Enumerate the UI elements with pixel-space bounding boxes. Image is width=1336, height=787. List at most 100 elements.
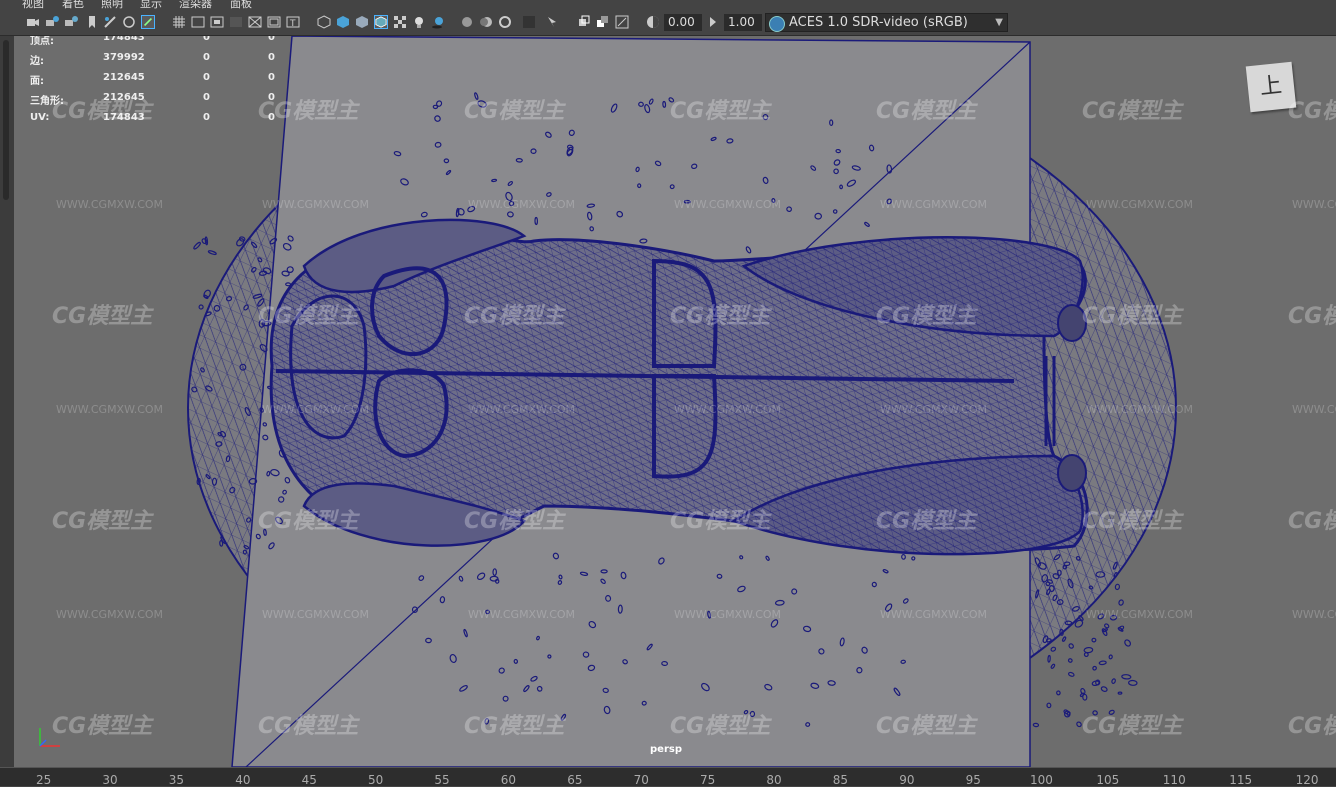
leaf bbox=[1047, 654, 1051, 663]
gamma-icon[interactable] bbox=[706, 15, 720, 29]
use-all-lights-icon[interactable] bbox=[412, 15, 426, 29]
leaf bbox=[1117, 627, 1124, 632]
hud-selected-uv: 0 bbox=[203, 112, 210, 123]
menu-shading[interactable]: 着色 bbox=[62, 0, 84, 10]
smooth-shade-icon[interactable] bbox=[336, 15, 350, 29]
menu-panels[interactable]: 面板 bbox=[230, 0, 252, 10]
shadows-icon[interactable] bbox=[431, 15, 445, 29]
watermark-url: WWW.CGMXW.COM bbox=[880, 403, 988, 416]
menu-view[interactable]: 视图 bbox=[22, 0, 44, 10]
wireframe-icon[interactable] bbox=[317, 15, 331, 29]
film-gate-icon[interactable] bbox=[191, 15, 205, 29]
isolate-select-icon[interactable] bbox=[546, 15, 560, 29]
hud-label-vertices: 顶点: bbox=[30, 36, 54, 47]
leaf bbox=[1082, 693, 1088, 701]
menu-renderer[interactable]: 渲染器 bbox=[179, 0, 212, 10]
menu-show[interactable]: 显示 bbox=[140, 0, 162, 10]
watermark-logo: CG模型主 bbox=[670, 304, 771, 329]
motion-blur-icon[interactable] bbox=[479, 15, 493, 29]
leaf bbox=[1083, 646, 1094, 654]
watermark-logo: CG模型主 bbox=[464, 714, 565, 739]
bookmark-icon[interactable] bbox=[85, 15, 99, 29]
hud-selected-triangles: 0 bbox=[203, 92, 210, 103]
xray-joints-icon[interactable] bbox=[615, 15, 629, 29]
leaf bbox=[1100, 686, 1108, 692]
leaf bbox=[1121, 674, 1132, 680]
screen-space-ao-icon[interactable] bbox=[460, 15, 474, 29]
watermark-logo: CG模型主 bbox=[876, 99, 977, 124]
watermark-logo: CG模型主 bbox=[464, 304, 565, 329]
watermark-url: WWW.CGMXW.COM bbox=[262, 403, 370, 416]
color-space-select[interactable]: ACES 1.0 SDR-video (sRGB) ▼ bbox=[765, 13, 1008, 32]
panel-toolbar: T 0.00 1.00 ACES 1.0 SDR-video (sRGB) ▼ bbox=[0, 10, 1336, 36]
watermark-url: WWW.CGMXW.COM bbox=[56, 608, 164, 621]
time-slider-ruler[interactable]: 25 30 35 40 45 50 55 60 65 70 75 80 85 90 95 100 105 110 1… bbox=[0, 767, 1336, 787]
watermark-logo: CG模型主 bbox=[876, 509, 977, 534]
leaf bbox=[1056, 690, 1061, 696]
watermark-url: WWW.CGMXW.COM bbox=[468, 608, 576, 621]
exposure-icon[interactable] bbox=[646, 15, 660, 29]
gate-mask-icon[interactable] bbox=[229, 15, 243, 29]
watermark-logo: CG模型主 bbox=[1082, 509, 1183, 534]
chevron-down-icon: ▼ bbox=[995, 17, 1003, 28]
xray-icon[interactable] bbox=[577, 15, 591, 29]
2d-pan-zoom-icon[interactable] bbox=[122, 15, 136, 29]
leaf bbox=[1118, 599, 1124, 606]
safe-action-icon[interactable] bbox=[267, 15, 281, 29]
hud-tris-vertices: 0 bbox=[268, 36, 275, 43]
safe-title-icon[interactable]: T bbox=[286, 15, 300, 29]
leaf bbox=[1091, 637, 1097, 643]
watermark-logo: CG模型主 bbox=[670, 714, 771, 739]
xray-active-components-icon[interactable] bbox=[596, 15, 610, 29]
leaf bbox=[1068, 643, 1074, 649]
watermark-url: WWW.CGMXW.COM bbox=[880, 198, 988, 211]
watermark-url: WWW.CGMXW.COM bbox=[262, 608, 370, 621]
watermark-logo: CG模型主 bbox=[52, 509, 153, 534]
grid-icon[interactable] bbox=[172, 15, 186, 29]
leaf bbox=[1092, 665, 1097, 671]
watermark-url: WWW.CGMXW.COM bbox=[468, 403, 576, 416]
camera-select-icon[interactable] bbox=[26, 15, 40, 29]
perspective-viewport[interactable]: 顶点: 174843 0 0 边: 379992 0 0 面: 212645 0… bbox=[14, 36, 1336, 767]
watermark-logo: CG模型主 bbox=[1082, 714, 1183, 739]
leaf bbox=[1117, 691, 1123, 695]
default-material-icon[interactable] bbox=[355, 15, 369, 29]
leaf bbox=[1111, 678, 1116, 684]
watermark-logo: CG模型主 bbox=[464, 99, 565, 124]
anti-aliasing-icon[interactable] bbox=[498, 15, 512, 29]
watermark-url: WWW.CGMXW.COM bbox=[674, 403, 782, 416]
watermark-url: WWW.CGMXW.COM bbox=[880, 608, 988, 621]
watermark-url: WWW.CGMXW.COM bbox=[1086, 403, 1194, 416]
depth-of-field-icon[interactable] bbox=[522, 15, 536, 29]
watermark-url: WWW.CGMXW.COM bbox=[262, 198, 370, 211]
gamma-field[interactable]: 1.00 bbox=[724, 14, 762, 31]
hud-selected-vertices: 0 bbox=[203, 36, 210, 43]
watermark-url: WWW.CGMXW.COM bbox=[56, 198, 164, 211]
camera-attributes-icon[interactable] bbox=[64, 15, 78, 29]
resolution-gate-icon[interactable] bbox=[210, 15, 224, 29]
wireframe-on-shaded-icon[interactable] bbox=[374, 15, 388, 29]
textured-icon[interactable] bbox=[393, 15, 407, 29]
watermark-url: WWW.CGMXW.COM bbox=[1086, 198, 1194, 211]
hud-tris-edges: 0 bbox=[268, 52, 275, 63]
watermark-url: WWW.CGMXW.COM bbox=[56, 403, 164, 416]
watermark-logo: CG模型主 bbox=[464, 509, 565, 534]
hud-selected-faces: 0 bbox=[203, 72, 210, 83]
watermark-logo: CG模型主 bbox=[1288, 509, 1336, 534]
hud-value-edges: 379992 bbox=[103, 52, 145, 63]
hud-label-uv: UV: bbox=[30, 112, 50, 123]
image-plane-icon[interactable] bbox=[103, 15, 117, 29]
field-chart-icon[interactable] bbox=[248, 15, 262, 29]
svg-text:T: T bbox=[289, 19, 296, 29]
hud-value-faces: 212645 bbox=[103, 72, 145, 83]
watermark-logo: CG模型主 bbox=[1288, 714, 1336, 739]
watermark-url: WWW.CGMXW.COM bbox=[1086, 608, 1194, 621]
watermark-logo: CG模型主 bbox=[876, 714, 977, 739]
exposure-field[interactable]: 0.00 bbox=[664, 14, 702, 31]
grease-pencil-icon[interactable] bbox=[141, 15, 155, 29]
leaf bbox=[219, 540, 224, 547]
leaf bbox=[1067, 658, 1073, 663]
menu-lighting[interactable]: 照明 bbox=[101, 0, 123, 10]
panel-scrollbar[interactable] bbox=[3, 40, 9, 200]
camera-lock-icon[interactable] bbox=[45, 15, 59, 29]
